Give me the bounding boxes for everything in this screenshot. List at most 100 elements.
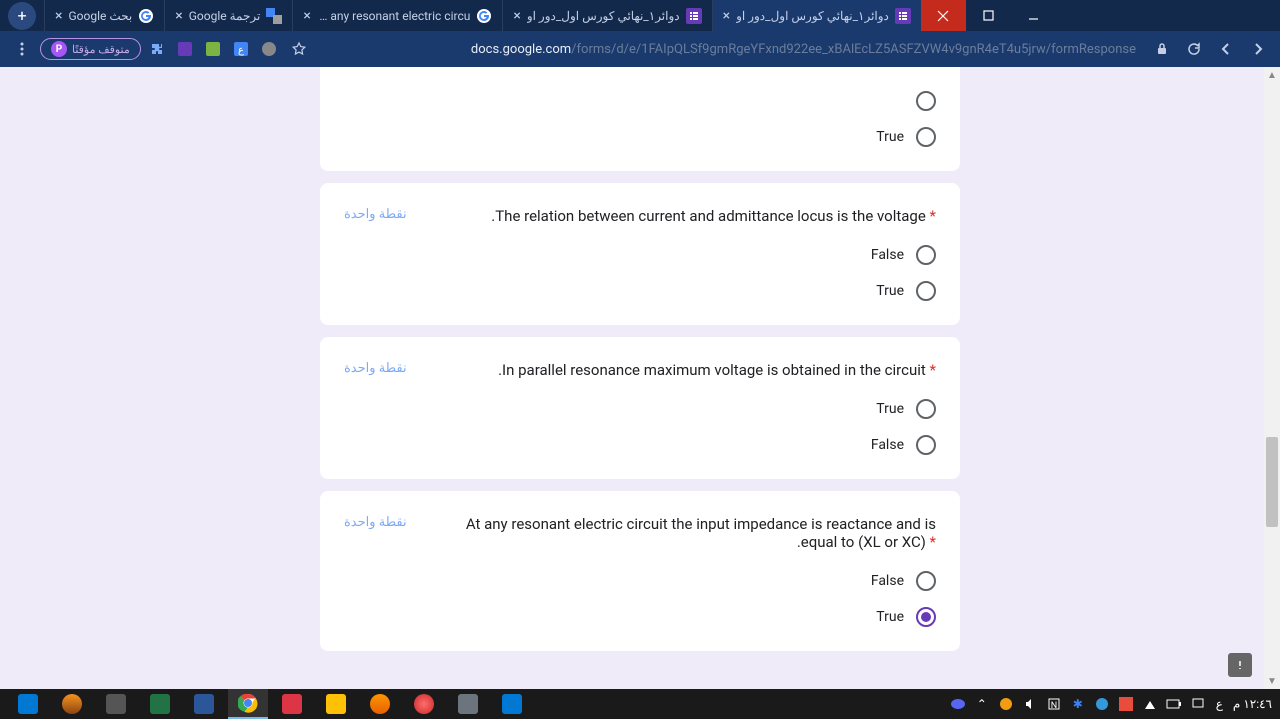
tab-title: بحث Google xyxy=(68,9,132,23)
translate-icon xyxy=(266,8,282,24)
radio-icon xyxy=(916,281,936,301)
badge-text: متوقف مؤقتًا xyxy=(72,43,130,56)
scrollbar[interactable]: ▲ ▼ xyxy=(1264,67,1280,689)
window-minimize-button[interactable] xyxy=(1011,0,1056,31)
svg-text:N: N xyxy=(1051,701,1057,711)
taskbar-app[interactable] xyxy=(8,689,48,719)
option-label: True xyxy=(876,401,904,417)
tab-close-icon[interactable]: × xyxy=(175,8,182,24)
new-tab-button[interactable]: + xyxy=(8,2,36,30)
question-card: .In parallel resonance maximum voltage i… xyxy=(320,337,960,479)
radio-option[interactable]: True xyxy=(344,127,936,147)
svg-text:ع: ع xyxy=(238,45,244,56)
radio-option[interactable]: False xyxy=(344,245,936,265)
tab-close-icon[interactable]: × xyxy=(55,8,62,24)
address-bar[interactable]: docs.google.com/forms/d/e/1FAIpQLSf9gmRg… xyxy=(317,42,1144,57)
scrollbar-thumb[interactable] xyxy=(1266,437,1278,527)
google-icon xyxy=(138,8,154,24)
extensions-puzzle-icon[interactable] xyxy=(145,37,169,61)
discord-icon[interactable] xyxy=(950,696,966,712)
volume-icon[interactable] xyxy=(1022,696,1038,712)
wifi-icon[interactable] xyxy=(1142,696,1158,712)
question-card: At any resonant electric circuit the inp… xyxy=(320,491,960,651)
tab-2[interactable]: At any resonant electric circu × xyxy=(292,0,502,31)
taskbar-app-word[interactable] xyxy=(184,689,224,719)
radio-option[interactable] xyxy=(344,91,936,111)
profile-paused-badge[interactable]: متوقف مؤقتًا P xyxy=(40,38,141,60)
google-icon xyxy=(476,8,492,24)
tray-icon[interactable] xyxy=(1118,696,1134,712)
question-card-partial: True xyxy=(320,67,960,171)
question-text: .In parallel resonance maximum voltage i… xyxy=(427,361,936,379)
taskbar-app-excel[interactable] xyxy=(140,689,180,719)
extension-icon[interactable]: ع xyxy=(229,37,253,61)
tab-title: دوائر١_نهائي كورس اول_دور او xyxy=(736,9,889,23)
tab-3[interactable]: ترجمة Google × xyxy=(164,0,292,31)
browser-tab-bar: دوائر١_نهائي كورس اول_دور او × دوائر١_نه… xyxy=(0,0,1280,31)
tray-icon[interactable] xyxy=(998,696,1014,712)
page-content: ▲ ▼ True xyxy=(0,67,1280,689)
option-label: False xyxy=(871,437,904,453)
taskbar-app-chrome[interactable] xyxy=(228,689,268,719)
nav-forward-button[interactable] xyxy=(1244,35,1272,63)
tab-1[interactable]: دوائر١_نهائي كورس اول_دور او × xyxy=(502,0,711,31)
tab-4[interactable]: بحث Google × xyxy=(44,0,164,31)
radio-option[interactable]: False xyxy=(344,435,936,455)
scroll-down-arrow[interactable]: ▼ xyxy=(1264,673,1280,689)
action-center-icon[interactable] xyxy=(1190,696,1206,712)
bookmark-star-icon[interactable] xyxy=(285,35,313,63)
taskbar-app[interactable] xyxy=(404,689,444,719)
question-text: .The relation between current and admitt… xyxy=(427,207,936,225)
option-label: False xyxy=(871,573,904,589)
taskbar-app[interactable] xyxy=(96,689,136,719)
reload-button[interactable] xyxy=(1180,35,1208,63)
radio-icon-selected xyxy=(916,607,936,627)
tab-close-icon[interactable]: × xyxy=(513,8,520,24)
radio-icon xyxy=(916,571,936,591)
menu-button[interactable] xyxy=(8,35,36,63)
tray-icon[interactable]: N xyxy=(1046,696,1062,712)
url-path: /forms/d/e/1FAIpQLSf9gmRgeYFxnd922ee_xBA… xyxy=(571,42,1136,57)
tray-icon[interactable] xyxy=(1094,696,1110,712)
points-label: نقطة واحدة xyxy=(344,361,407,376)
taskbar-app-firefox[interactable] xyxy=(360,689,400,719)
extension-icon[interactable] xyxy=(257,37,281,61)
clock[interactable]: ١٢:٤٦ م xyxy=(1233,697,1272,711)
form-icon xyxy=(686,8,702,24)
lock-icon[interactable] xyxy=(1148,35,1176,63)
points-label: نقطة واحدة xyxy=(344,207,407,222)
window-maximize-button[interactable] xyxy=(966,0,1011,31)
bluetooth-icon[interactable]: ✱ xyxy=(1070,696,1086,712)
radio-option[interactable]: True xyxy=(344,399,936,419)
question-text: At any resonant electric circuit the inp… xyxy=(427,515,936,551)
taskbar-app[interactable] xyxy=(492,689,532,719)
required-star: * xyxy=(930,361,936,379)
tab-close-icon[interactable]: × xyxy=(303,8,310,24)
tray-chevron-icon[interactable]: ⌃ xyxy=(974,696,990,712)
radio-option[interactable]: True xyxy=(344,281,936,301)
radio-icon xyxy=(916,127,936,147)
required-star: * xyxy=(930,207,936,225)
taskbar-app[interactable] xyxy=(52,689,92,719)
radio-icon xyxy=(916,399,936,419)
window-close-button[interactable] xyxy=(921,0,966,31)
report-problem-button[interactable] xyxy=(1228,653,1252,677)
nav-back-button[interactable] xyxy=(1212,35,1240,63)
tab-close-icon[interactable]: × xyxy=(723,8,730,24)
radio-option[interactable]: True xyxy=(344,607,936,627)
radio-option[interactable]: False xyxy=(344,571,936,591)
taskbar-app-explorer[interactable] xyxy=(316,689,356,719)
tab-0[interactable]: دوائر١_نهائي كورس اول_دور او × xyxy=(712,0,921,31)
battery-icon[interactable] xyxy=(1166,696,1182,712)
language-indicator[interactable]: ع xyxy=(1216,697,1223,711)
tab-title: ترجمة Google xyxy=(189,9,261,23)
tab-title: At any resonant electric circu xyxy=(317,9,471,23)
scroll-up-arrow[interactable]: ▲ xyxy=(1264,67,1280,83)
extension-icon[interactable] xyxy=(201,37,225,61)
required-star: * xyxy=(930,533,936,551)
extension-icon[interactable] xyxy=(173,37,197,61)
taskbar-app[interactable] xyxy=(448,689,488,719)
tab-title: دوائر١_نهائي كورس اول_دور او xyxy=(527,9,680,23)
taskbar-app-acrobat[interactable] xyxy=(272,689,312,719)
radio-icon xyxy=(916,245,936,265)
